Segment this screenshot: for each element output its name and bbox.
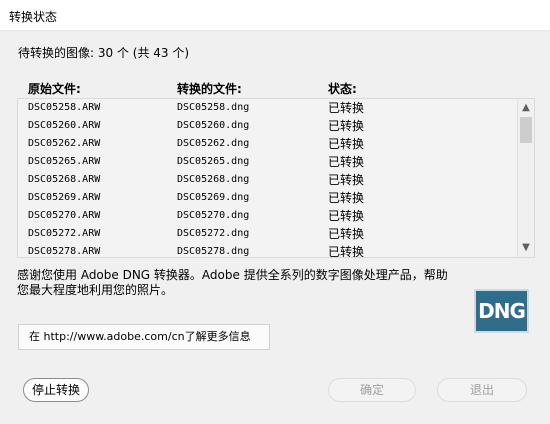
learn-more-button[interactable]: 在 http://www.adobe.com/cn了解更多信息	[18, 324, 270, 350]
cell-converted: DSC05269.dng	[177, 192, 250, 203]
ok-button[interactable]: 确定	[328, 378, 416, 402]
cell-converted: DSC05268.dng	[177, 174, 250, 185]
cell-status: 已转换	[328, 101, 365, 115]
cell-original: DSC05265.ARW	[28, 156, 101, 167]
column-header-status: 状态:	[328, 82, 357, 96]
cell-converted: DSC05262.dng	[177, 138, 250, 149]
conversion-list[interactable]: DSC05258.ARW DSC05258.dng 已转换 DSC05260.ARW D…	[17, 98, 535, 258]
scroll-thumb[interactable]	[520, 117, 532, 143]
column-header-converted: 转换的文件:	[177, 82, 242, 96]
list-scrollbar[interactable]: ▲ ▼	[517, 99, 534, 257]
cell-original: DSC05268.ARW	[28, 174, 101, 185]
cell-converted: DSC05265.dng	[177, 156, 250, 167]
cell-original: DSC05260.ARW	[28, 120, 101, 131]
list-item[interactable]: DSC05278.ARW DSC05278.dng 已转换	[18, 243, 517, 257]
cell-status: 已转换	[328, 119, 365, 133]
cell-status: 已转换	[328, 227, 365, 241]
conversion-rows: DSC05258.ARW DSC05258.dng 已转换 DSC05260.ARW D…	[18, 99, 517, 257]
list-item[interactable]: DSC05269.ARW DSC05269.dng 已转换	[18, 189, 517, 207]
cell-original: DSC05269.ARW	[28, 192, 101, 203]
list-item[interactable]: DSC05262.ARW DSC05262.dng 已转换	[18, 135, 517, 153]
cell-status: 已转换	[328, 191, 365, 205]
window-title: 转换状态	[9, 10, 58, 24]
cell-original: DSC05272.ARW	[28, 228, 101, 239]
cell-converted: DSC05258.dng	[177, 102, 250, 113]
info-text: 感谢您使用 Adobe DNG 转换器。Adobe 提供全系列的数字图像处理产品…	[17, 268, 448, 297]
cell-converted: DSC05270.dng	[177, 210, 250, 221]
cell-original: DSC05270.ARW	[28, 210, 101, 221]
triangle-down-icon[interactable]: ▼	[518, 240, 534, 256]
cell-converted: DSC05272.dng	[177, 228, 250, 239]
list-item[interactable]: DSC05258.ARW DSC05258.dng 已转换	[18, 99, 517, 117]
cell-converted: DSC05278.dng	[177, 246, 250, 257]
list-item[interactable]: DSC05265.ARW DSC05265.dng 已转换	[18, 153, 517, 171]
cell-original: DSC05262.ARW	[28, 138, 101, 149]
cell-converted: DSC05260.dng	[177, 120, 250, 131]
cell-original: DSC05278.ARW	[28, 246, 101, 257]
cell-status: 已转换	[328, 245, 365, 257]
cell-original: DSC05258.ARW	[28, 102, 101, 113]
list-item[interactable]: DSC05260.ARW DSC05260.dng 已转换	[18, 117, 517, 135]
dng-logo: DNG	[474, 289, 529, 333]
list-item[interactable]: DSC05270.ARW DSC05270.dng 已转换	[18, 207, 517, 225]
stop-conversion-button[interactable]: 停止转换	[23, 378, 89, 402]
column-header-original: 原始文件:	[28, 82, 81, 96]
cell-status: 已转换	[328, 137, 365, 151]
list-item[interactable]: DSC05272.ARW DSC05272.dng 已转换	[18, 225, 517, 243]
pending-count-label: 待转换的图像: 30 个 (共 43 个)	[18, 46, 190, 60]
triangle-up-icon[interactable]: ▲	[518, 100, 534, 116]
cell-status: 已转换	[328, 209, 365, 223]
title-bar: 转换状态	[0, 0, 550, 31]
cell-status: 已转换	[328, 173, 365, 187]
cell-status: 已转换	[328, 155, 365, 169]
list-item[interactable]: DSC05268.ARW DSC05268.dng 已转换	[18, 171, 517, 189]
quit-button[interactable]: 退出	[437, 378, 527, 402]
